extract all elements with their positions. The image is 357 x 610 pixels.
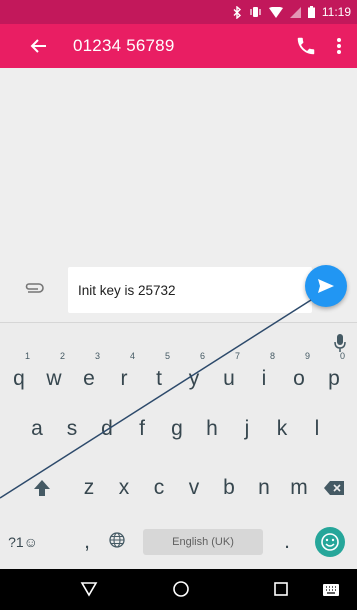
attach-button[interactable] bbox=[22, 277, 46, 301]
call-button[interactable] bbox=[295, 35, 317, 57]
phone-icon bbox=[297, 37, 315, 55]
arrow-back-icon bbox=[30, 39, 46, 53]
key-label: t bbox=[156, 367, 162, 390]
key-k[interactable]: k bbox=[265, 407, 299, 451]
keyboard-icon bbox=[323, 584, 339, 596]
key-w[interactable]: w2 bbox=[37, 351, 71, 401]
key-label: w bbox=[46, 367, 62, 390]
nav-back-button[interactable] bbox=[80, 581, 98, 602]
key-h[interactable]: h bbox=[195, 407, 229, 451]
triangle-back-icon bbox=[80, 582, 98, 597]
key-s[interactable]: s bbox=[55, 407, 89, 451]
circle-home-icon bbox=[173, 581, 189, 597]
message-list bbox=[0, 68, 357, 258]
status-time: 11:19 bbox=[321, 5, 351, 19]
key-p[interactable]: p0 bbox=[317, 351, 351, 401]
emoji-button[interactable] bbox=[315, 527, 345, 557]
key-label: i bbox=[261, 367, 267, 390]
bluetooth-icon bbox=[233, 5, 242, 19]
send-button[interactable] bbox=[305, 265, 347, 307]
backspace-key[interactable] bbox=[317, 466, 351, 510]
key-hint: 0 bbox=[339, 351, 345, 361]
key-v[interactable]: v bbox=[177, 466, 211, 510]
key-label: u bbox=[223, 367, 235, 390]
key-label: p bbox=[328, 367, 340, 390]
key-hint: 8 bbox=[269, 351, 275, 361]
wifi-icon bbox=[268, 6, 283, 18]
key-y[interactable]: y6 bbox=[177, 351, 211, 401]
key-label: r bbox=[120, 367, 128, 390]
key-label: e bbox=[83, 367, 95, 390]
key-o[interactable]: o9 bbox=[282, 351, 316, 401]
key-hint: 4 bbox=[129, 351, 135, 361]
key-c[interactable]: c bbox=[142, 466, 176, 510]
key-hint: 3 bbox=[94, 351, 100, 361]
key-x[interactable]: x bbox=[107, 466, 141, 510]
period-key[interactable]: . bbox=[270, 520, 304, 564]
key-hint: 7 bbox=[234, 351, 240, 361]
symbols-key[interactable]: ?1☺ bbox=[5, 520, 41, 564]
shift-icon bbox=[34, 480, 50, 496]
key-j[interactable]: j bbox=[230, 407, 264, 451]
key-label: q bbox=[13, 367, 25, 390]
language-key[interactable] bbox=[100, 520, 134, 564]
key-label: o bbox=[293, 367, 305, 390]
overflow-menu-button[interactable] bbox=[334, 35, 344, 57]
comma-key[interactable]: , bbox=[70, 520, 104, 564]
smiley-icon bbox=[321, 533, 339, 551]
signal-icon bbox=[289, 6, 301, 18]
square-recents-icon bbox=[274, 582, 288, 596]
soft-keyboard: q1 w2 e3 r4 t5 y6 u7 i8 o9 p0 a s d f g … bbox=[0, 322, 357, 569]
key-e[interactable]: e3 bbox=[72, 351, 106, 401]
system-navigation-bar bbox=[0, 569, 357, 610]
shift-key[interactable] bbox=[25, 466, 59, 510]
key-label: y bbox=[188, 367, 200, 390]
key-f[interactable]: f bbox=[125, 407, 159, 451]
compose-bar: Init key is 25732 bbox=[0, 258, 357, 322]
key-hint: 5 bbox=[164, 351, 170, 361]
back-button[interactable] bbox=[28, 35, 50, 57]
nav-home-button[interactable] bbox=[172, 580, 190, 603]
key-n[interactable]: n bbox=[247, 466, 281, 510]
key-hint: 1 bbox=[24, 351, 30, 361]
conversation-title: 01234 56789 bbox=[73, 36, 175, 55]
paperclip-icon bbox=[25, 283, 44, 293]
globe-icon bbox=[109, 532, 125, 548]
key-a[interactable]: a bbox=[20, 407, 54, 451]
status-bar: 11:19 bbox=[0, 0, 357, 24]
key-hint: 9 bbox=[304, 351, 310, 361]
nav-recents-button[interactable] bbox=[274, 582, 288, 601]
key-m[interactable]: m bbox=[282, 466, 316, 510]
key-l[interactable]: l bbox=[300, 407, 334, 451]
key-g[interactable]: g bbox=[160, 407, 194, 451]
backspace-icon bbox=[324, 481, 344, 495]
key-u[interactable]: u7 bbox=[212, 351, 246, 401]
status-icons: 11:19 bbox=[233, 0, 351, 24]
key-t[interactable]: t5 bbox=[142, 351, 176, 401]
spacebar[interactable]: English (UK) bbox=[143, 529, 263, 555]
conversation-toolbar: 01234 56789 bbox=[0, 24, 357, 68]
more-vert-icon bbox=[337, 38, 341, 54]
battery-icon bbox=[307, 6, 315, 18]
key-d[interactable]: d bbox=[90, 407, 124, 451]
key-hint: 6 bbox=[199, 351, 205, 361]
key-z[interactable]: z bbox=[72, 466, 106, 510]
key-i[interactable]: i8 bbox=[247, 351, 281, 401]
key-r[interactable]: r4 bbox=[107, 351, 141, 401]
message-input[interactable]: Init key is 25732 bbox=[68, 267, 312, 313]
vibrate-icon bbox=[249, 6, 262, 18]
key-hint: 2 bbox=[59, 351, 65, 361]
send-icon bbox=[318, 279, 334, 293]
nav-keyboard-button[interactable] bbox=[323, 583, 339, 601]
key-q[interactable]: q1 bbox=[2, 351, 36, 401]
key-b[interactable]: b bbox=[212, 466, 246, 510]
